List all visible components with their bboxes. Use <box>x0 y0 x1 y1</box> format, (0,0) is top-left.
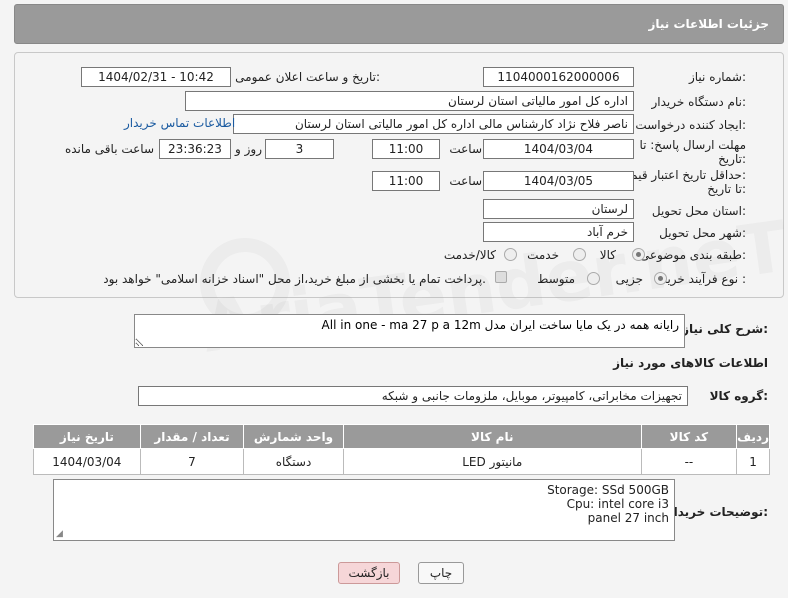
page-header: جزئیات اطلاعات نیاز <box>14 4 784 44</box>
city-field: خرم آباد <box>483 222 634 242</box>
deadline-time-label: ساعت <box>449 142 482 156</box>
announce-date-field: 1404/02/31 - 10:42 <box>81 67 231 87</box>
creator-label: ایجاد کننده درخواست: <box>635 118 746 132</box>
category-option-service: خدمت <box>527 248 559 262</box>
cell-goods-code: -- <box>640 448 738 475</box>
buyer-notes-line: Cpu: intel core i3 <box>566 497 669 511</box>
creator-field: ناصر فلاح نژاد کارشناس مالی اداره کل امو… <box>233 114 634 134</box>
validity-time-label: ساعت <box>449 174 482 188</box>
buyer-contact-link[interactable]: اطلاعات تماس خریدار <box>124 116 235 130</box>
column-header-unit: واحد شمارش <box>243 424 344 449</box>
treasury-payment-checkbox[interactable] <box>495 271 507 283</box>
category-option-goods: کالا <box>599 248 616 262</box>
remaining-time-field: 23:36:23 <box>159 139 231 159</box>
page-title: جزئیات اطلاعات نیاز <box>648 17 769 31</box>
buyer-org-field: اداره کل امور مالیاتی استان لرستان <box>185 91 634 111</box>
deadline-date-field: 1404/03/04 <box>483 139 634 159</box>
announce-date-label: تاریخ و ساعت اعلان عمومی: <box>235 70 380 84</box>
print-button[interactable]: چاپ <box>418 562 464 584</box>
remaining-time-label: ساعت باقی مانده <box>64 142 154 156</box>
back-button[interactable]: بازگشت <box>338 562 400 584</box>
validity-label-line2: تا تاریخ: <box>707 182 746 196</box>
category-radio-service[interactable] <box>573 248 586 261</box>
column-header-need-date: تاریخ نیاز <box>33 424 141 449</box>
buyer-org-label: نام دستگاه خریدار: <box>651 95 747 109</box>
category-option-goods-service: کالا/خدمت <box>443 248 496 262</box>
column-header-row-number: ردیف <box>736 424 770 449</box>
province-field: لرستان <box>483 199 634 219</box>
deadline-label-line2: تاریخ: <box>718 152 746 166</box>
category-radio-goods[interactable] <box>632 248 645 261</box>
buyer-notes-label: توضیحات خریدار: <box>666 505 768 519</box>
treasury-payment-note: پرداخت تمام یا بخشی از مبلغ خرید،از محل … <box>103 272 486 286</box>
need-number-label: شماره نیاز: <box>688 70 746 84</box>
buyer-notes-line: Storage: SSd 500GB <box>547 483 669 497</box>
process-radio-medium[interactable] <box>587 272 600 285</box>
goods-group-field: تجهیزات مخابراتی، کامپیوتر، موبایل، ملزو… <box>138 386 688 406</box>
need-number-field: 1104000162000006 <box>483 67 634 87</box>
goods-section-title: اطلاعات کالاهای مورد نیاز <box>613 356 768 370</box>
cell-row-number: 1 <box>736 448 770 475</box>
province-label: استان محل تحویل: <box>651 204 746 218</box>
cell-goods-name: مانیتور LED <box>342 448 642 475</box>
cell-unit: دستگاه <box>243 448 344 475</box>
process-radio-minor[interactable] <box>654 272 667 285</box>
validity-date-field: 1404/03/05 <box>483 171 634 191</box>
buyer-notes-textarea[interactable]: Storage: SSd 500GB Cpu: intel core i3 pa… <box>53 479 675 541</box>
buyer-notes-line: panel 27 inch <box>587 511 669 525</box>
goods-table-header: ردیف کد کالا نام کالا واحد شمارش تعداد /… <box>33 424 770 449</box>
process-option-medium: متوسط <box>537 272 575 286</box>
column-header-goods-name: نام کالا <box>342 424 642 449</box>
cell-quantity: 7 <box>139 448 245 475</box>
process-label: نوع فرآیند خرید : <box>661 272 746 286</box>
remaining-days-field: 3 <box>265 139 334 159</box>
category-label: طبقه بندی موضوعی: <box>639 248 746 262</box>
category-radio-goods-service[interactable] <box>504 248 517 261</box>
column-header-goods-code: کد کالا <box>640 424 738 449</box>
table-row: 1 -- مانیتور LED دستگاه 7 1404/03/04 <box>33 448 770 475</box>
validity-time-field: 11:00 <box>372 171 440 191</box>
days-label: روز و <box>235 142 262 156</box>
city-label: شهر محل تحویل: <box>659 226 746 240</box>
cell-need-date: 1404/03/04 <box>33 448 141 475</box>
goods-table: ردیف کد کالا نام کالا واحد شمارش تعداد /… <box>33 424 770 475</box>
goods-group-label: گروه کالا: <box>709 389 768 403</box>
deadline-time-field: 11:00 <box>372 139 440 159</box>
deadline-label-line1: مهلت ارسال پاسخ: تا <box>639 138 746 152</box>
process-option-minor: جزیی <box>615 272 643 286</box>
description-textarea[interactable]: رایانه همه در یک مایا ساخت ایران مدل All… <box>134 314 685 348</box>
description-label: شرح کلی نیاز: <box>682 322 768 336</box>
column-header-quantity: تعداد / مقدار <box>139 424 245 449</box>
validity-label-line1: حداقل تاریخ اعتبار قیمت: <box>619 168 746 182</box>
resize-handle-icon[interactable]: ◢ <box>56 529 63 539</box>
